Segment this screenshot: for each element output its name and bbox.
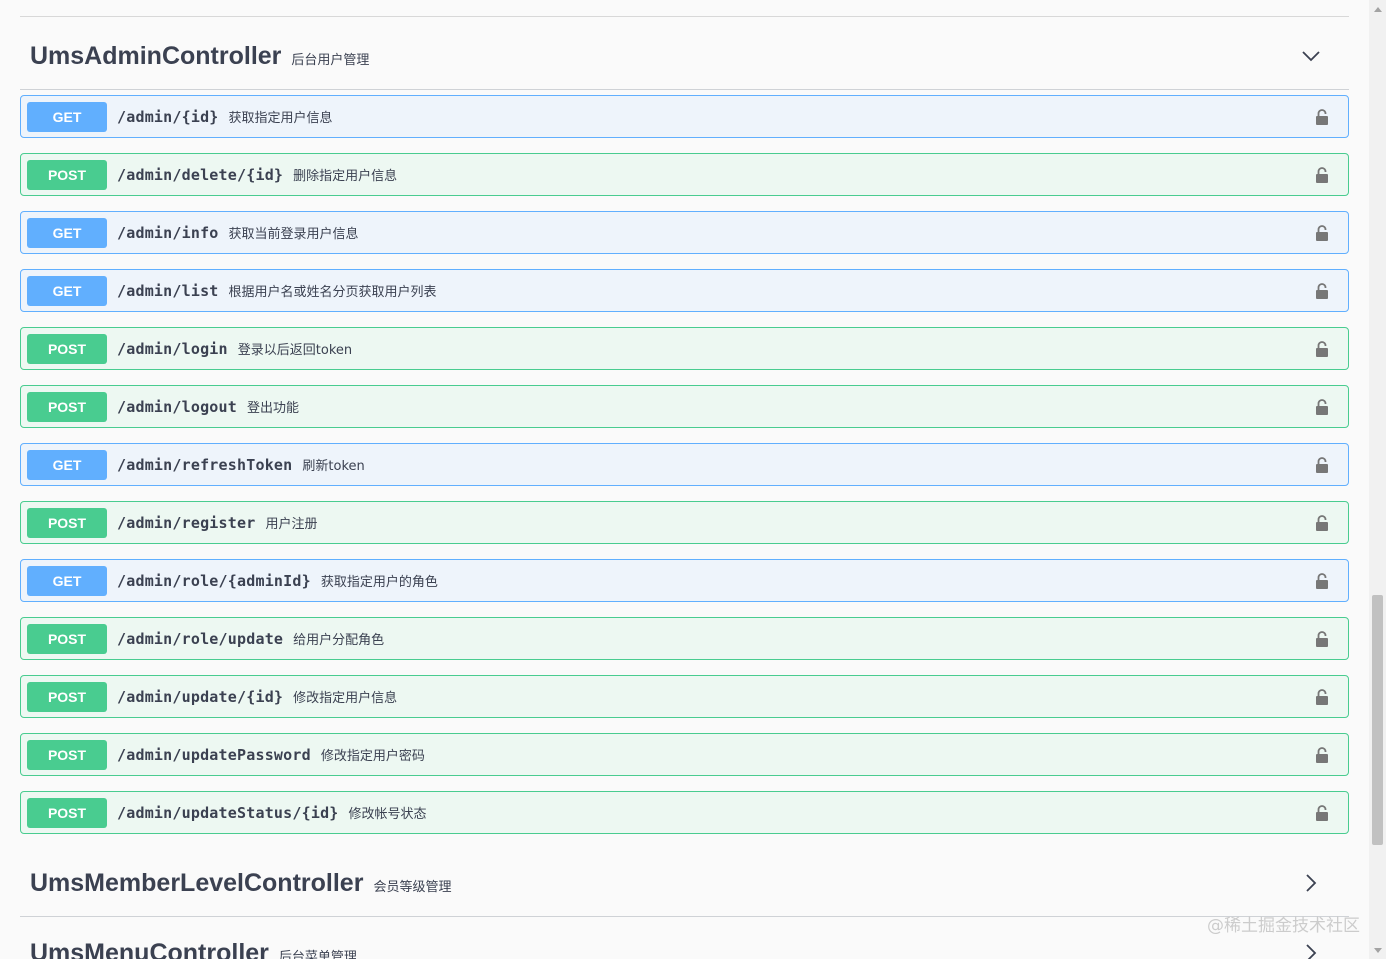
- chevron-right-icon[interactable]: [1301, 943, 1321, 959]
- chevron-down-icon[interactable]: [1301, 46, 1321, 66]
- endpoint-summary: 修改帐号状态: [348, 807, 427, 822]
- scrollbar[interactable]: [1369, 0, 1386, 959]
- endpoint-summary: 根据用户名或姓名分页获取用户列表: [228, 285, 437, 300]
- endpoint-summary: 删除指定用户信息: [293, 169, 398, 184]
- operation-row[interactable]: POST/admin/login 登录以后返回token: [20, 327, 1349, 370]
- endpoint-path: /admin/info: [117, 223, 219, 242]
- endpoint-path: /admin/login: [117, 339, 228, 358]
- endpoint-summary: 用户注册: [265, 517, 318, 532]
- endpoint-summary: 给用户分配角色: [293, 633, 385, 648]
- operation-row[interactable]: POST/admin/delete/{id} 删除指定用户信息: [20, 153, 1349, 196]
- scroll-down-arrow-icon[interactable]: [1369, 942, 1386, 959]
- lock-icon[interactable]: [1314, 746, 1330, 764]
- endpoint-summary: 获取指定用户的角色: [320, 575, 438, 590]
- swagger-page: UmsAdminController 后台用户管理 GET/admin/{id}…: [0, 0, 1386, 959]
- endpoint-summary: 刷新token: [302, 459, 365, 474]
- endpoint-summary: 修改指定用户信息: [293, 691, 398, 706]
- operation-row[interactable]: GET/admin/{id} 获取指定用户信息: [20, 95, 1349, 138]
- http-method-badge: POST: [27, 333, 107, 364]
- section-title: UmsMemberLevelController: [30, 868, 364, 897]
- divider: [20, 16, 1349, 17]
- http-method-badge: GET: [27, 217, 107, 248]
- scroll-up-arrow-icon[interactable]: [1369, 0, 1386, 17]
- http-method-badge: POST: [27, 159, 107, 190]
- http-method-badge: GET: [27, 565, 107, 596]
- http-method-badge: GET: [27, 449, 107, 480]
- chevron-right-icon[interactable]: [1301, 873, 1321, 893]
- lock-icon[interactable]: [1314, 572, 1330, 590]
- operation-row[interactable]: GET/admin/info 获取当前登录用户信息: [20, 211, 1349, 254]
- section-description: 后台用户管理: [291, 52, 370, 68]
- operation-row[interactable]: POST/admin/updatePassword 修改指定用户密码: [20, 733, 1349, 776]
- endpoint-summary: 获取指定用户信息: [228, 111, 333, 126]
- endpoint-path: /admin/updateStatus/{id}: [117, 803, 339, 822]
- http-method-badge: POST: [27, 681, 107, 712]
- endpoint-summary: 修改指定用户密码: [320, 749, 425, 764]
- lock-icon[interactable]: [1314, 398, 1330, 416]
- operation-row[interactable]: POST/admin/role/update 给用户分配角色: [20, 617, 1349, 660]
- endpoint-summary: 登出功能: [247, 401, 300, 416]
- section-title: UmsAdminController: [30, 41, 282, 70]
- section-header-ums-member-level[interactable]: UmsMemberLevelController 会员等级管理: [20, 848, 1349, 918]
- lock-icon[interactable]: [1314, 514, 1330, 532]
- endpoint-path: /admin/update/{id}: [117, 687, 284, 706]
- lock-icon[interactable]: [1314, 224, 1330, 242]
- section-description: 后台菜单管理: [278, 949, 357, 959]
- endpoint-path: /admin/register: [117, 513, 256, 532]
- lock-icon[interactable]: [1314, 630, 1330, 648]
- endpoint-summary: 获取当前登录用户信息: [228, 227, 359, 242]
- operation-row[interactable]: GET/admin/refreshToken 刷新token: [20, 443, 1349, 486]
- endpoint-path: /admin/refreshToken: [117, 455, 293, 474]
- endpoint-path: /admin/{id}: [117, 107, 219, 126]
- endpoint-path: /admin/updatePassword: [117, 745, 311, 764]
- section-header-ums-admin[interactable]: UmsAdminController 后台用户管理: [20, 21, 1349, 91]
- operation-row[interactable]: POST/admin/updateStatus/{id} 修改帐号状态: [20, 791, 1349, 834]
- http-method-badge: GET: [27, 275, 107, 306]
- lock-icon[interactable]: [1314, 804, 1330, 822]
- lock-icon[interactable]: [1314, 166, 1330, 184]
- operation-row[interactable]: GET/admin/role/{adminId} 获取指定用户的角色: [20, 559, 1349, 602]
- lock-icon[interactable]: [1314, 340, 1330, 358]
- operation-row[interactable]: GET/admin/list 根据用户名或姓名分页获取用户列表: [20, 269, 1349, 312]
- lock-icon[interactable]: [1314, 688, 1330, 706]
- endpoint-summary: 登录以后返回token: [237, 343, 353, 358]
- scrollbar-thumb[interactable]: [1372, 595, 1383, 845]
- section-title: UmsMenuController: [30, 938, 269, 959]
- http-method-badge: POST: [27, 797, 107, 828]
- endpoint-path: /admin/list: [117, 281, 219, 300]
- endpoint-path: /admin/role/{adminId}: [117, 571, 311, 590]
- lock-icon[interactable]: [1314, 108, 1330, 126]
- operation-row[interactable]: POST/admin/update/{id} 修改指定用户信息: [20, 675, 1349, 718]
- http-method-badge: POST: [27, 391, 107, 422]
- endpoint-path: /admin/delete/{id}: [117, 165, 284, 184]
- lock-icon[interactable]: [1314, 456, 1330, 474]
- http-method-badge: POST: [27, 623, 107, 654]
- operation-row[interactable]: POST/admin/register 用户注册: [20, 501, 1349, 544]
- divider: [20, 916, 1349, 917]
- divider: [20, 89, 1349, 90]
- http-method-badge: POST: [27, 739, 107, 770]
- endpoint-path: /admin/role/update: [117, 629, 284, 648]
- http-method-badge: GET: [27, 101, 107, 132]
- operation-row[interactable]: POST/admin/logout 登出功能: [20, 385, 1349, 428]
- section-header-ums-menu[interactable]: UmsMenuController 后台菜单管理: [20, 918, 1349, 959]
- section-description: 会员等级管理: [373, 879, 452, 895]
- lock-icon[interactable]: [1314, 282, 1330, 300]
- endpoint-path: /admin/logout: [117, 397, 237, 416]
- http-method-badge: POST: [27, 507, 107, 538]
